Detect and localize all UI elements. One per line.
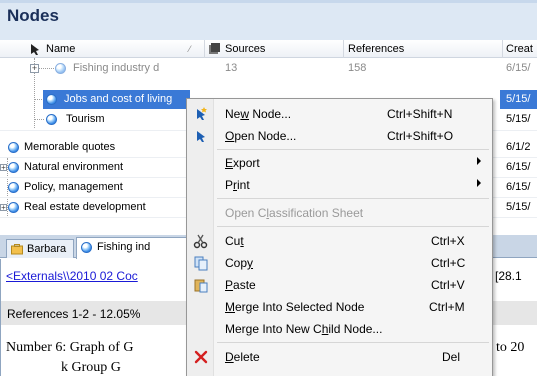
menu-item-open-node[interactable]: Open Node... Ctrl+Shift+O (187, 125, 492, 147)
cut-icon (193, 234, 208, 249)
node-icon (8, 202, 19, 213)
column-name[interactable]: Name (46, 43, 75, 55)
document-text: k Group G (61, 360, 121, 375)
expand-toggle[interactable]: + (30, 64, 39, 73)
node-icon (8, 182, 19, 193)
node-icon (8, 142, 19, 153)
table-row[interactable]: + Fishing industry d 13 158 6/15/ (0, 59, 537, 78)
copy-icon (194, 256, 208, 271)
column-sources[interactable]: Sources (225, 43, 265, 55)
row-name: Tourism (66, 113, 105, 125)
menu-item-delete[interactable]: Delete Del (187, 346, 492, 368)
menu-item-paste[interactable]: Paste Ctrl+V (187, 274, 492, 296)
pin-icon (31, 44, 39, 55)
menu-item-export[interactable]: Export (187, 152, 492, 174)
shortcut: Ctrl+C (431, 256, 466, 270)
row-name: Fishing industry d (73, 62, 160, 74)
tab-label: Fishing ind (97, 241, 151, 253)
menu-item-copy[interactable]: Copy Ctrl+C (187, 252, 492, 274)
menu-item-open-classification-sheet[interactable]: Open Classification Sheet (187, 202, 492, 224)
row-name: Memorable quotes (24, 141, 116, 153)
menu-item-print[interactable]: Print (187, 174, 492, 196)
row-created: 5/15/ (506, 93, 531, 105)
node-icon (46, 94, 57, 105)
row-sources: 13 (225, 62, 238, 74)
sort-indicator-icon: ⁄ (189, 44, 191, 54)
row-created: 6/1/2 (506, 141, 531, 153)
node-icon (81, 242, 92, 253)
sources-icon (209, 43, 220, 54)
expand-toggle[interactable]: + (0, 204, 7, 212)
row-created: 5/15/ (506, 113, 531, 125)
row-name: Jobs and cost of living (64, 93, 173, 105)
column-created[interactable]: Creat (506, 43, 533, 55)
coverage-info: [28.1 (495, 269, 522, 283)
shortcut: Ctrl+V (431, 278, 465, 292)
row-created: 6/15/ (506, 161, 531, 173)
shortcut: Ctrl+Shift+N (387, 107, 453, 121)
document-text: Number 6: Graph of G (6, 340, 134, 355)
shortcut: Ctrl+Shift+O (387, 129, 454, 143)
paste-icon (194, 279, 208, 293)
node-icon (55, 63, 66, 74)
node-icon (8, 162, 19, 173)
tab-fishing-industry[interactable]: Fishing ind (76, 237, 188, 259)
column-references[interactable]: References (348, 43, 404, 55)
menu-item-merge-selected[interactable]: Merge Into Selected Node Ctrl+M (187, 296, 492, 318)
panel-title: Nodes (7, 6, 59, 25)
case-icon (11, 244, 23, 255)
shortcut: Ctrl+M (429, 300, 465, 314)
menu-item-new-node[interactable]: New Node... Ctrl+Shift+N (187, 103, 492, 125)
open-node-icon (197, 131, 205, 142)
new-node-icon (197, 107, 207, 120)
column-header-row: Name ⁄ Sources References Creat (0, 40, 537, 58)
row-name: Natural environment (24, 161, 124, 173)
shortcut: Del (442, 350, 461, 364)
row-created: 6/15/ (506, 62, 531, 74)
context-menu: New Node... Ctrl+Shift+N Open Node... Ct… (186, 98, 493, 376)
row-created: 6/15/ (506, 181, 531, 193)
delete-icon (194, 350, 208, 364)
document-text-right: to 20 (496, 340, 525, 355)
menu-item-merge-new-child[interactable]: Merge Into New Child Node... (187, 318, 492, 340)
external-link[interactable]: <Externals\\2010 02 Coc (6, 269, 138, 283)
submenu-arrow-icon (477, 179, 481, 187)
row-name: Policy, management (24, 181, 123, 193)
nodes-panel-header: Nodes (0, 0, 537, 40)
row-references: 158 (348, 62, 367, 74)
expand-toggle[interactable]: + (0, 164, 7, 172)
tab-barbara[interactable]: Barbara (6, 239, 74, 258)
row-name: Real estate development (24, 201, 146, 213)
row-created: 5/15/ (506, 201, 531, 213)
node-icon (46, 114, 57, 125)
shortcut: Ctrl+X (431, 234, 465, 248)
tab-label: Barbara (27, 243, 67, 255)
submenu-arrow-icon (477, 157, 481, 165)
references-summary: References 1-2 - 12.05% (7, 307, 141, 321)
menu-item-cut[interactable]: Cut Ctrl+X (187, 230, 492, 252)
